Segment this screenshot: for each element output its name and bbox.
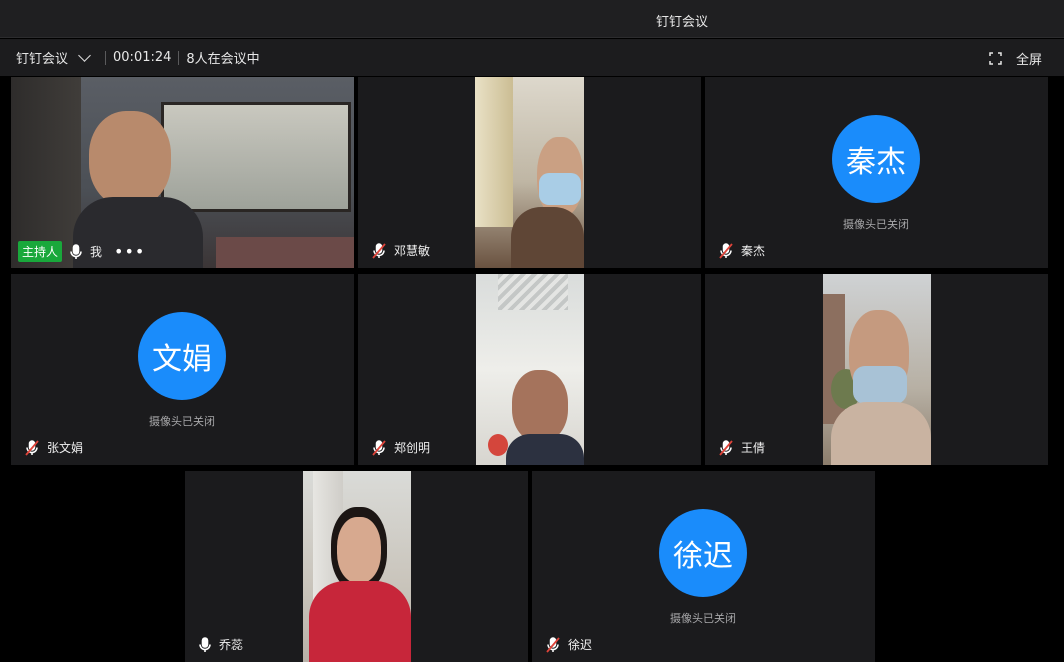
camera-off-status: 摄像头已关闭 — [670, 612, 736, 625]
participant-label: 徐迟 — [546, 636, 592, 653]
participant-name: 张文娟 — [47, 441, 84, 455]
host-badge: 主持人 — [18, 241, 63, 262]
video-tile-qr[interactable]: 乔蕊 — [185, 471, 528, 662]
video-tile-qj[interactable]: 秦杰 摄像头已关闭 秦杰 — [705, 77, 1048, 268]
app-name: 钉钉会议 — [16, 52, 69, 67]
video-tile-me[interactable]: 主持人 我 ••• — [11, 77, 354, 268]
participant-name: 邓慧敏 — [394, 244, 431, 258]
chevron-down-icon — [78, 48, 91, 62]
video-tile-wq[interactable]: 王倩 — [705, 274, 1048, 465]
microphone-muted-icon[interactable] — [372, 439, 386, 456]
participant-name: 郑创明 — [394, 441, 431, 455]
fullscreen-button[interactable]: 全屏 — [989, 49, 1042, 68]
microphone-muted-icon[interactable] — [546, 636, 560, 653]
camera-off-status: 摄像头已关闭 — [843, 218, 909, 231]
avatar: 文娟 — [138, 312, 226, 400]
participant-label: 邓慧敏 — [372, 242, 430, 259]
microphone-muted-icon[interactable] — [372, 242, 386, 259]
microphone-icon[interactable] — [199, 636, 211, 653]
app-menu-button[interactable]: 钉钉会议 — [16, 48, 91, 67]
video-tile-dhm[interactable]: 邓慧敏 — [358, 77, 701, 268]
participant-label: 秦杰 — [719, 242, 765, 259]
more-icon[interactable]: ••• — [114, 243, 145, 259]
meeting-duration: 00:01:24 — [113, 50, 172, 65]
window-titlebar: 钉钉会议 — [0, 0, 1064, 38]
participant-label: 张文娟 — [25, 439, 83, 456]
camera-off-status: 摄像头已关闭 — [149, 415, 215, 428]
divider — [178, 50, 180, 65]
participant-name: 王倩 — [741, 441, 766, 455]
video-tile-zcm[interactable]: 郑创明 — [358, 274, 701, 465]
participant-label: 主持人 我 ••• — [18, 241, 145, 262]
participant-video — [823, 274, 931, 465]
participant-name: 我 — [90, 245, 103, 259]
video-tile-zwj[interactable]: 文娟 摄像头已关闭 张文娟 — [11, 274, 354, 465]
microphone-muted-icon[interactable] — [719, 439, 733, 456]
avatar: 徐迟 — [659, 509, 747, 597]
video-tile-xc[interactable]: 徐迟 摄像头已关闭 徐迟 — [532, 471, 875, 662]
participant-name: 秦杰 — [741, 244, 766, 258]
participant-video — [303, 471, 411, 662]
microphone-icon[interactable] — [70, 243, 82, 260]
meeting-toolbar: 钉钉会议 00:01:24 8人在会议中 全屏 — [0, 39, 1064, 76]
fullscreen-label: 全屏 — [1015, 53, 1042, 68]
participant-label: 郑创明 — [372, 439, 430, 456]
participant-label: 乔蕊 — [199, 636, 243, 653]
participant-video — [475, 77, 584, 268]
participant-name: 徐迟 — [568, 638, 593, 652]
window-title: 钉钉会议 — [655, 15, 708, 30]
fullscreen-icon — [989, 52, 1002, 65]
participant-name: 乔蕊 — [219, 638, 244, 652]
participant-count: 8人在会议中 — [186, 52, 260, 67]
microphone-muted-icon[interactable] — [719, 242, 733, 259]
participant-video — [476, 274, 584, 465]
microphone-muted-icon[interactable] — [25, 439, 39, 456]
divider — [105, 50, 107, 65]
participant-video — [11, 77, 354, 268]
participant-label: 王倩 — [719, 439, 765, 456]
avatar: 秦杰 — [832, 115, 920, 203]
